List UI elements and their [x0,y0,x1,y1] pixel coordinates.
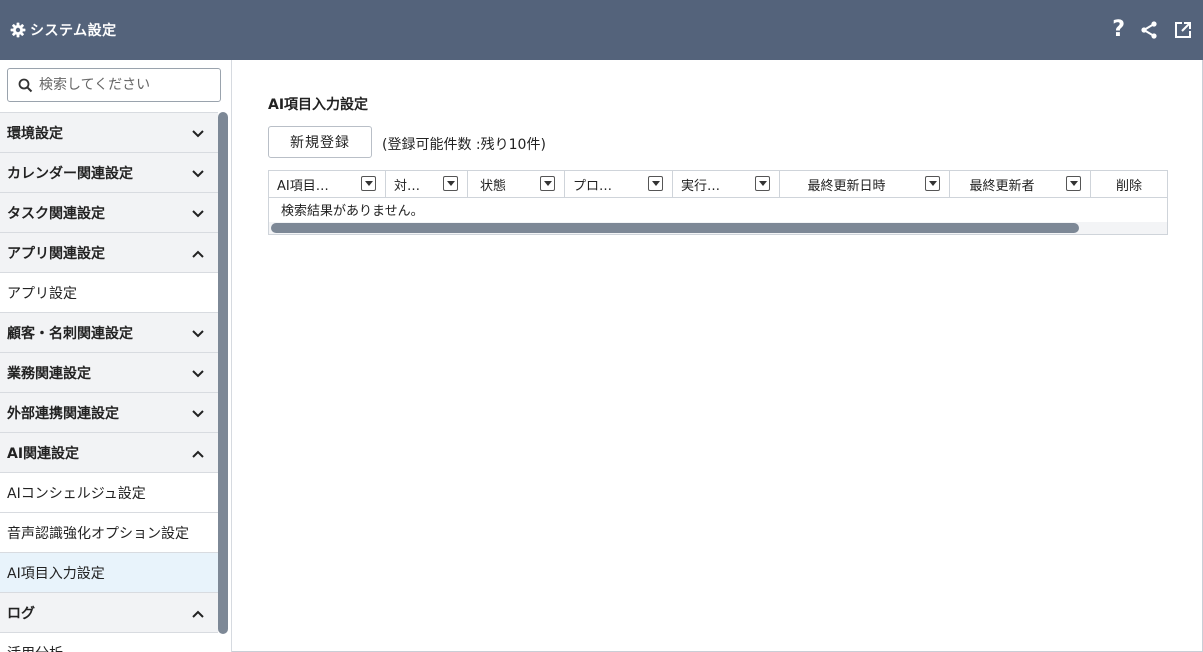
sidebar-search[interactable] [7,68,221,102]
sidebar-category-ai[interactable]: AI関連設定 [0,432,218,472]
table-horizontal-scrollbar[interactable] [269,222,1167,234]
column-label: 削除 [1115,179,1142,194]
sidebar-category-label: AI関連設定 [7,445,80,462]
column-header-last-updated[interactable]: 最終更新日時 [780,171,950,198]
sidebar-category-label: 環境設定 [7,125,63,142]
sidebar-category-label: アプリ関連設定 [7,245,105,262]
column-header-ai-item[interactable]: AI項目… [269,171,386,198]
column-label: プロ… [573,179,613,194]
sidebar-item-ai-concierge[interactable]: AIコンシェルジュ設定 [0,472,218,512]
sidebar-category-label: 顧客・名刺関連設定 [7,325,133,342]
chevron-up-icon [192,243,204,262]
column-header-target[interactable]: 対… [386,171,468,198]
column-label: 最終更新日時 [807,179,886,194]
filter-dropdown-icon[interactable] [361,176,376,191]
quota-text: (登録可能件数 :残り10件) [382,137,546,153]
column-header-delete[interactable]: 削除 [1091,171,1167,198]
table-scrollbar-thumb[interactable] [271,223,1079,233]
main-content: AI項目入力設定 新規登録 (登録可能件数 :残り10件) AI項目… 対… 状… [232,60,1203,652]
header-actions: ? [1112,16,1193,44]
chevron-down-icon [192,403,204,422]
sidebar-category-label: 外部連携関連設定 [7,405,119,422]
column-header-prompt[interactable]: プロ… [565,171,673,198]
filter-dropdown-icon[interactable] [755,176,770,191]
column-header-status[interactable]: 状態 [468,171,565,198]
search-icon [18,78,33,93]
sidebar-category-label: 業務関連設定 [7,365,91,382]
column-label: 実行… [681,179,721,194]
header-title-group: システム設定 [10,19,117,41]
page-title: AI項目入力設定 [268,97,369,113]
chevron-up-icon [192,443,204,462]
new-register-button[interactable]: 新規登録 [268,126,372,158]
help-icon[interactable]: ? [1112,19,1125,41]
results-table: AI項目… 対… 状態 プロ… 実行… 最終更新日時 最終更新者 削除 検索結果… [268,170,1168,235]
share-icon[interactable] [1139,20,1159,40]
sidebar-category-label: カレンダー関連設定 [7,165,133,182]
chevron-up-icon [192,603,204,622]
column-header-last-updater[interactable]: 最終更新者 [950,171,1091,198]
sidebar: 環境設定 カレンダー関連設定 タスク関連設定 アプリ関連設定 アプリ設定 顧客・… [0,60,232,652]
column-label: AI項目… [277,179,329,194]
table-header: AI項目… 対… 状態 プロ… 実行… 最終更新日時 最終更新者 削除 [269,171,1167,198]
sidebar-category-environment[interactable]: 環境設定 [0,112,218,152]
gear-icon [10,22,26,38]
sidebar-category-business[interactable]: 業務関連設定 [0,352,218,392]
chevron-down-icon [192,203,204,222]
chevron-down-icon [192,123,204,142]
sidebar-item-usage-analysis[interactable]: 活用分析 [0,632,218,652]
open-external-icon[interactable] [1173,20,1193,40]
sidebar-category-label: タスク関連設定 [7,205,105,222]
sidebar-item-app-settings[interactable]: アプリ設定 [0,272,218,312]
column-header-execution[interactable]: 実行… [673,171,780,198]
sidebar-scrollbar[interactable] [218,112,228,634]
column-label: 最終更新者 [969,179,1035,194]
sidebar-category-task[interactable]: タスク関連設定 [0,192,218,232]
sidebar-item-ai-field-input[interactable]: AI項目入力設定 [0,552,218,592]
filter-dropdown-icon[interactable] [648,176,663,191]
sidebar-nav: 環境設定 カレンダー関連設定 タスク関連設定 アプリ関連設定 アプリ設定 顧客・… [0,112,218,652]
sidebar-category-label: ログ [7,605,35,622]
chevron-down-icon [192,323,204,342]
chevron-down-icon [192,363,204,382]
app-header: システム設定 ? [0,0,1203,60]
empty-results-message: 検索結果がありません。 [281,203,424,219]
filter-dropdown-icon[interactable] [1066,176,1081,191]
page-header-title: システム設定 [30,23,117,39]
sidebar-category-app[interactable]: アプリ関連設定 [0,232,218,272]
sidebar-category-calendar[interactable]: カレンダー関連設定 [0,152,218,192]
sidebar-category-log[interactable]: ログ [0,592,218,632]
filter-dropdown-icon[interactable] [540,176,555,191]
column-label: 対… [394,179,421,194]
filter-dropdown-icon[interactable] [443,176,458,191]
column-label: 状態 [480,179,507,194]
filter-dropdown-icon[interactable] [925,176,940,191]
sidebar-category-external[interactable]: 外部連携関連設定 [0,392,218,432]
chevron-down-icon [192,163,204,182]
search-input[interactable] [39,77,209,93]
sidebar-category-customer[interactable]: 顧客・名刺関連設定 [0,312,218,352]
sidebar-item-voice-recognition[interactable]: 音声認識強化オプション設定 [0,512,218,552]
